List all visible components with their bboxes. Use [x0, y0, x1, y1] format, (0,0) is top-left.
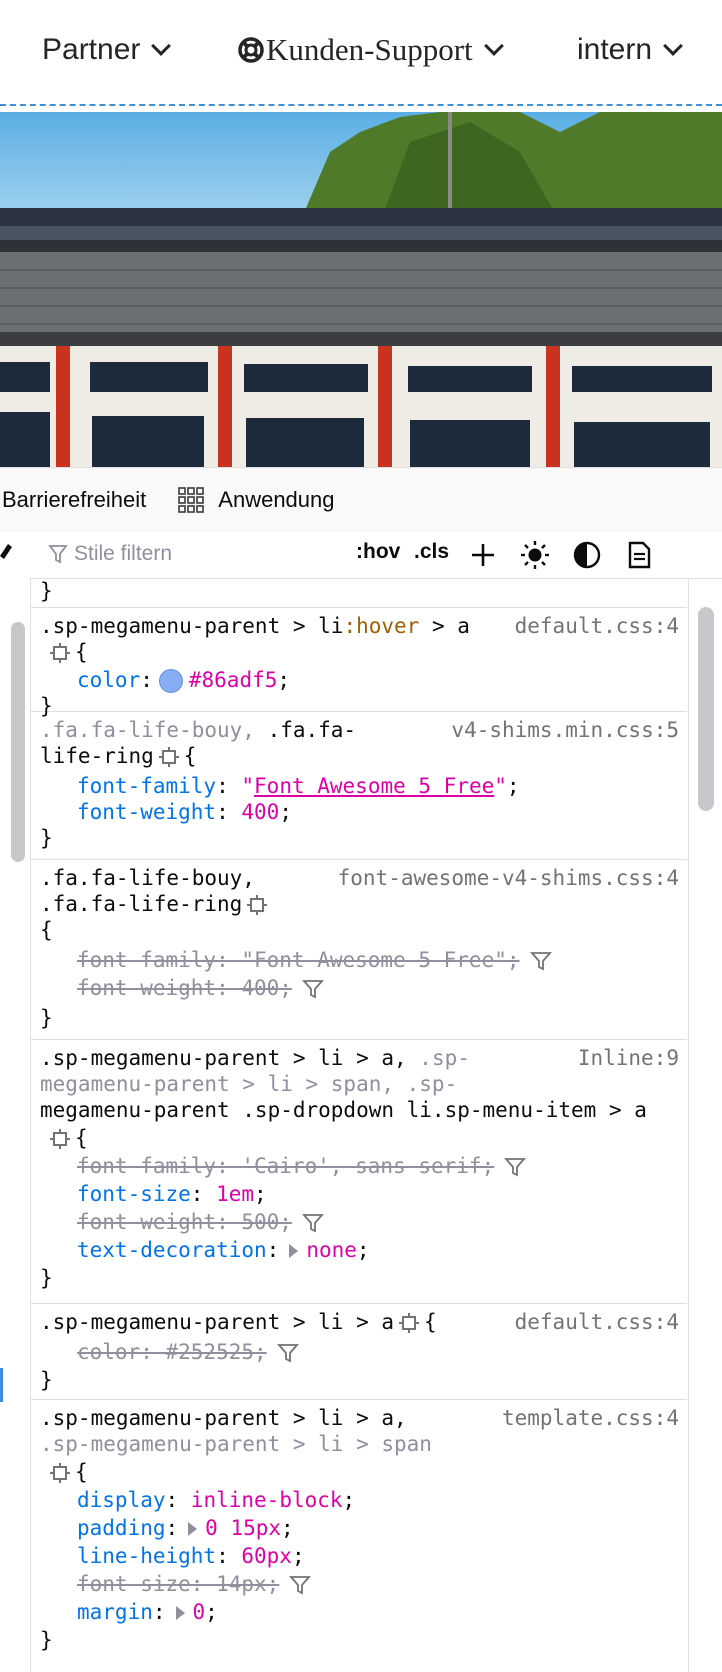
filter-icon[interactable] [301, 1212, 324, 1234]
filter-icon[interactable] [529, 950, 552, 972]
application-grid-icon [178, 487, 205, 513]
filter-icon[interactable] [289, 1574, 312, 1596]
rule-brace-close: } [40, 1006, 53, 1030]
chevron-down-icon [663, 36, 683, 56]
css-rule: } [31, 579, 687, 608]
node-target-icon[interactable] [158, 746, 180, 768]
hov-toggle-button[interactable]: :hov [356, 540, 400, 564]
rule-brace-close: } [40, 1368, 53, 1392]
css-declaration-overridden[interactable]: font-weight: 500; [77, 1210, 324, 1234]
expand-triangle-icon[interactable] [188, 1522, 198, 1536]
rule-brace-close: } [40, 1266, 53, 1290]
markup-panel-edge [0, 532, 31, 1672]
node-target-icon[interactable] [49, 1128, 71, 1150]
filter-icon[interactable] [301, 978, 324, 1000]
rule-selector-cont: life-ring{ [40, 744, 197, 768]
rule-source-link[interactable]: template.css:4 [502, 1406, 679, 1430]
styles-toolbar: Stile filtern :hov .cls [30, 532, 722, 579]
rule-source-link[interactable]: default.css:4 [515, 1310, 679, 1334]
node-target-icon[interactable] [49, 1462, 71, 1484]
filter-icon [48, 545, 68, 564]
css-declaration[interactable]: text-decoration: none; [77, 1238, 370, 1262]
css-rule: .sp-megamenu-parent > li > a, .sp- Inlin… [31, 1040, 687, 1304]
life-ring-icon [238, 37, 264, 63]
dark-mode-icon[interactable] [572, 540, 602, 570]
rule-selector[interactable]: .sp-megamenu-parent > li > a, .sp- [40, 1046, 470, 1070]
markup-scrollbar[interactable] [11, 622, 25, 862]
color-swatch[interactable] [158, 669, 183, 693]
css-rules-panel: } .sp-megamenu-parent > li:hover > a def… [31, 579, 687, 1672]
rule-selector[interactable]: .sp-megamenu-parent > li:hover > a [40, 614, 470, 638]
document-icon[interactable] [624, 540, 654, 570]
devtools-tabbar: Barrierefreiheit Anwendung [0, 467, 722, 533]
rule-selector[interactable]: .sp-megamenu-parent > li > a{ [40, 1310, 437, 1334]
node-target-icon[interactable] [246, 894, 268, 916]
css-declaration[interactable]: margin: 0; [77, 1600, 218, 1624]
css-declaration[interactable]: font-weight: 400; [77, 800, 292, 824]
css-declaration-overridden[interactable]: font-size: 14px; [77, 1572, 312, 1596]
css-declaration[interactable]: color: #86adf5; [77, 668, 290, 693]
selection-marker [0, 1368, 3, 1402]
filter-icon[interactable] [276, 1342, 299, 1364]
nav-item-partner[interactable]: Partner [42, 28, 172, 72]
rule-selector[interactable]: .fa.fa-life-bouy, .fa.fa- [40, 718, 356, 742]
rule-source-link[interactable]: v4-shims.min.css:5 [451, 718, 679, 742]
css-rule: .fa.fa-life-bouy, font-awesome-v4-shims.… [31, 860, 687, 1040]
node-target-icon[interactable] [49, 642, 71, 664]
rule-brace-open: { [40, 918, 53, 942]
style-filter-placeholder: Stile filtern [74, 542, 173, 565]
nav-item-intern[interactable]: intern [577, 28, 683, 72]
css-declaration[interactable]: line-height: 60px; [77, 1544, 305, 1568]
nav-partner-label: Partner [42, 33, 141, 66]
rule-selector[interactable]: .fa.fa-life-bouy, [40, 866, 255, 890]
rule-brace-close: } [40, 826, 53, 850]
expand-triangle-icon[interactable] [289, 1244, 299, 1258]
rule-source-link[interactable]: font-awesome-v4-shims.css:4 [338, 866, 679, 890]
css-rule: .sp-megamenu-parent > li > a, template.c… [31, 1400, 687, 1672]
css-declaration[interactable]: padding: 0 15px; [77, 1516, 294, 1540]
rule-selector-cont: megamenu-parent > li > span, .sp- [40, 1072, 458, 1096]
css-declaration-overridden[interactable]: font-family: 'Cairo', sans-serif; [77, 1154, 527, 1178]
rule-brace-open: { [45, 640, 88, 664]
css-declaration-overridden[interactable]: font-family: "Font Awesome 5 Free"; [77, 948, 552, 972]
rule-selector-cont: megamenu-parent .sp-dropdown li.sp-menu-… [40, 1098, 647, 1122]
style-filter-field[interactable]: Stile filtern [48, 542, 172, 566]
css-declaration-overridden[interactable]: font-weight: 400; [77, 976, 324, 1000]
tab-application[interactable]: Anwendung [218, 487, 334, 513]
rule-brace-close: } [40, 1628, 53, 1652]
rule-selector-cont: .fa.fa-life-ring [40, 892, 272, 916]
rule-selector-cont: .sp-megamenu-parent > li > span [40, 1432, 432, 1456]
rules-scrollbar-thumb[interactable] [698, 607, 714, 811]
nav-support-label: Kunden-Support [266, 32, 473, 67]
nav-item-support[interactable]: Kunden-Support [238, 28, 504, 72]
chevron-down-icon [483, 36, 504, 56]
light-mode-icon[interactable] [520, 540, 550, 570]
css-rule: .fa.fa-life-bouy, .fa.fa- v4-shims.min.c… [31, 712, 687, 860]
css-declaration[interactable]: font-family: "Font Awesome 5 Free"; [77, 774, 520, 798]
css-declaration[interactable]: font-size: 1em; [77, 1182, 267, 1206]
rule-source-link[interactable]: default.css:4 [515, 614, 679, 638]
css-rule: .sp-megamenu-parent > li > a{ default.cs… [31, 1304, 687, 1400]
css-declaration-overridden[interactable]: color: #252525; [77, 1340, 299, 1364]
add-rule-icon[interactable] [468, 540, 498, 570]
rule-brace-open: { [45, 1460, 88, 1484]
rule-brace-open: { [45, 1126, 88, 1150]
rule-source-link[interactable]: Inline:9 [578, 1046, 679, 1070]
cls-toggle-button[interactable]: .cls [414, 540, 449, 564]
chevron-down-icon [151, 36, 172, 56]
nav-intern-label: intern [577, 33, 653, 66]
pen-icon [0, 544, 12, 559]
node-target-icon[interactable] [398, 1312, 420, 1334]
css-rule: .sp-megamenu-parent > li:hover > a defau… [31, 608, 687, 718]
rules-scrollbar-track [688, 579, 722, 1672]
rule-selector[interactable]: .sp-megamenu-parent > li > a, [40, 1406, 407, 1430]
site-navbar: Partner Kunden-Support intern [0, 0, 722, 100]
tab-accessibility[interactable]: Barrierefreiheit [2, 487, 146, 513]
expand-triangle-icon[interactable] [175, 1606, 185, 1620]
rule-brace-close: } [40, 579, 53, 603]
css-declaration[interactable]: display: inline-block; [77, 1488, 355, 1512]
element-highlight-outline [0, 104, 722, 106]
filter-icon[interactable] [504, 1156, 527, 1178]
hero-image [0, 112, 722, 467]
